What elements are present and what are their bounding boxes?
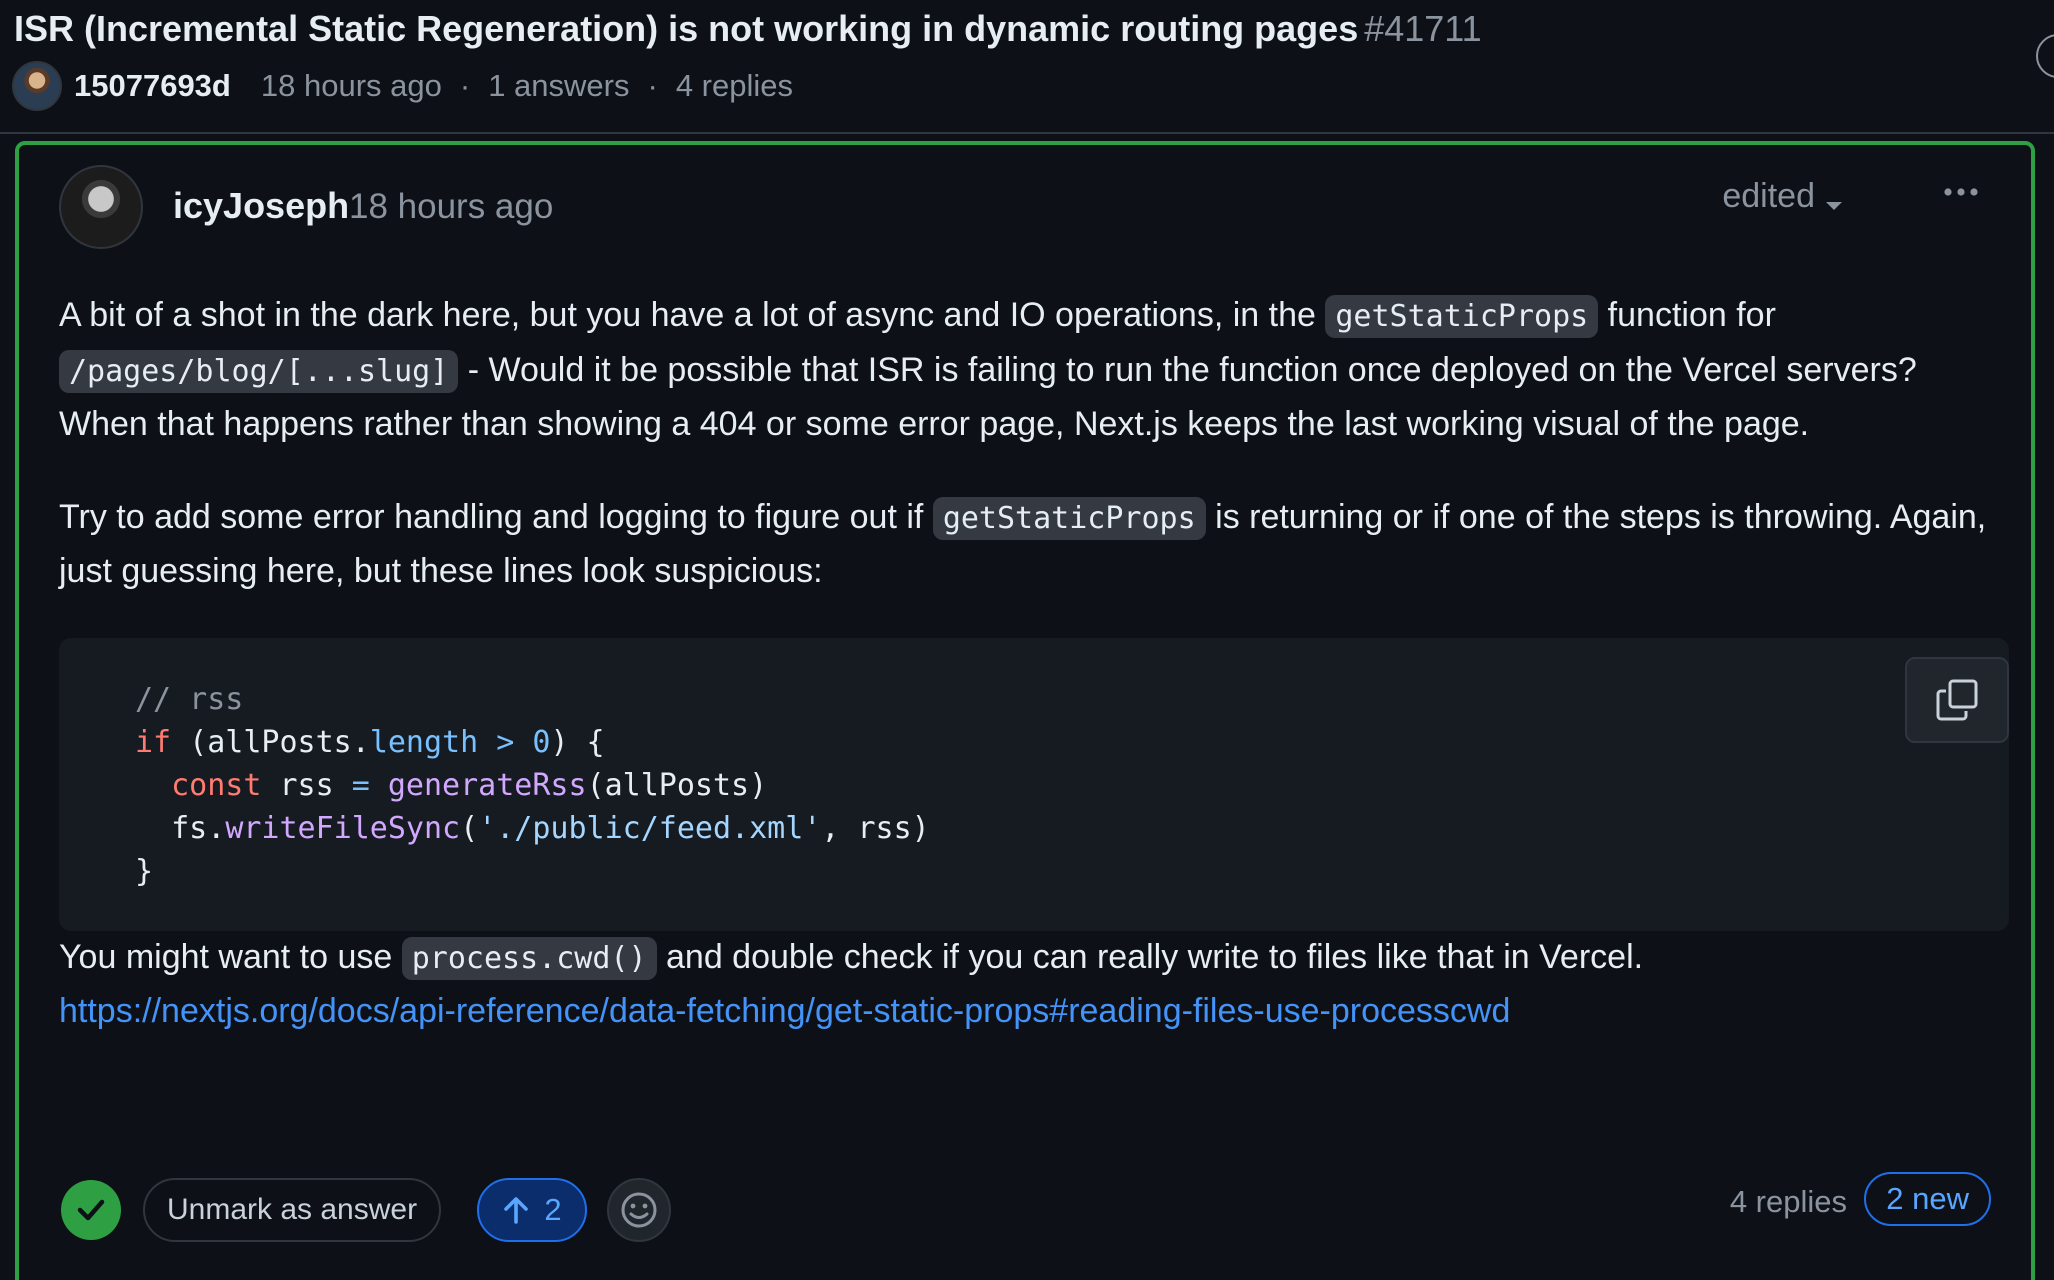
upvote-count: 2 bbox=[544, 1192, 562, 1227]
paragraph-text: A bit of a shot in the dark here, but yo… bbox=[59, 296, 1326, 334]
new-replies-badge[interactable]: 2 new bbox=[1864, 1172, 1991, 1226]
paragraph-text: You might want to use bbox=[59, 937, 402, 976]
answer-paragraph: A bit of a shot in the dark here, but yo… bbox=[59, 289, 2009, 451]
arrow-up-icon bbox=[504, 1197, 529, 1224]
answer-body: A bit of a shot in the dark here, but yo… bbox=[59, 289, 2009, 1038]
inline-code: process.cwd() bbox=[401, 936, 657, 980]
code-line: const rss = generateRss(allPosts) bbox=[135, 764, 2009, 807]
code-comment: // rss bbox=[135, 681, 244, 717]
code-token: generateRss bbox=[387, 767, 587, 803]
code-line: fs.writeFileSync('./public/feed.xml', rs… bbox=[135, 807, 2009, 850]
kebab-menu-button[interactable] bbox=[1931, 167, 1991, 217]
code-token: 0 bbox=[532, 724, 551, 760]
paragraph-text: Try to add some error handling and loggi… bbox=[59, 497, 933, 536]
code-token: writeFileSync bbox=[225, 810, 461, 846]
discussion-title: ISR (Incremental Static Regeneration) is… bbox=[14, 8, 1482, 50]
answer-paragraph: Try to add some error handling and loggi… bbox=[59, 491, 2009, 598]
code-line: // rss bbox=[135, 678, 2009, 721]
code-token: } bbox=[135, 853, 154, 889]
kebab-icon bbox=[1944, 188, 1978, 196]
code-token: (allPosts. bbox=[171, 724, 370, 760]
answers-count: 1 answers bbox=[488, 68, 630, 103]
code-token: (allPosts) bbox=[586, 767, 768, 803]
inline-code: /pages/blog/[...slug] bbox=[59, 349, 459, 393]
copy-icon bbox=[1936, 679, 1978, 720]
partial-avatar bbox=[2036, 34, 2054, 78]
copy-code-button[interactable] bbox=[1905, 656, 2009, 743]
code-token: rss bbox=[261, 767, 352, 803]
answer-card: icyJoseph 18 hours ago edited A bit of a… bbox=[15, 141, 2035, 1280]
meta-separator: · bbox=[647, 68, 658, 103]
answer-time[interactable]: 18 hours ago bbox=[349, 187, 553, 227]
discussion-time[interactable]: 18 hours ago bbox=[261, 68, 442, 104]
answer-author[interactable]: icyJoseph bbox=[173, 185, 349, 227]
code-token: = bbox=[351, 767, 370, 803]
discussion-number[interactable]: #41711 bbox=[1364, 8, 1481, 49]
unmark-as-answer-button[interactable]: Unmark as answer bbox=[143, 1178, 442, 1242]
inline-code: getStaticProps bbox=[1325, 295, 1599, 338]
answer-header: icyJoseph 18 hours ago edited bbox=[59, 165, 1991, 249]
replies-count: 4 replies bbox=[675, 68, 793, 103]
author-avatar[interactable] bbox=[12, 61, 62, 111]
answer-replies-count[interactable]: 4 replies bbox=[1730, 1184, 1847, 1220]
smiley-icon bbox=[621, 1192, 657, 1228]
discussion-page: ISR (Incremental Static Regeneration) is… bbox=[0, 0, 2054, 1280]
code-token: , rss) bbox=[821, 810, 930, 846]
docs-link[interactable]: https://nextjs.org/docs/api-reference/da… bbox=[59, 992, 1510, 1030]
caret-down-icon[interactable] bbox=[1819, 191, 1849, 221]
code-block: // rss if (allPosts.length > 0) { const r… bbox=[59, 637, 2009, 931]
discussion-author[interactable]: 15077693d bbox=[74, 68, 231, 104]
paragraph-text: function for bbox=[1598, 296, 1776, 334]
code-line: } bbox=[135, 850, 2009, 893]
code-token: length bbox=[369, 724, 479, 760]
edited-label[interactable]: edited bbox=[1722, 177, 1815, 216]
code-token: if bbox=[135, 724, 172, 760]
answer-paragraph: You might want to use process.cwd() and … bbox=[59, 931, 2009, 1038]
code-token: const bbox=[171, 767, 262, 803]
answer-check-badge bbox=[61, 1180, 121, 1240]
code-token: './public/feed.xml' bbox=[478, 810, 822, 846]
code-token: ( bbox=[460, 810, 479, 846]
meta-separator: · bbox=[459, 68, 471, 103]
code-token: > bbox=[478, 724, 533, 760]
paragraph-text: and double check if you can really write… bbox=[656, 937, 1644, 976]
answer-author-avatar[interactable] bbox=[59, 165, 143, 249]
discussion-meta: 15077693d 18 hours ago · 1 answers · 4 r… bbox=[12, 60, 793, 112]
code-token: ) { bbox=[550, 724, 605, 760]
add-reaction-button[interactable] bbox=[607, 1178, 671, 1242]
answer-footer: Unmark as answer 2 4 replies 2 new bbox=[59, 1170, 1991, 1242]
inline-code: getStaticProps bbox=[932, 496, 1206, 540]
code-line: if (allPosts.length > 0) { bbox=[135, 721, 2009, 764]
discussion-title-text: ISR (Incremental Static Regeneration) is… bbox=[14, 8, 1359, 49]
check-icon bbox=[77, 1199, 105, 1221]
code-token: fs. bbox=[171, 810, 226, 846]
upvote-button[interactable]: 2 bbox=[477, 1178, 587, 1242]
discussion-header: ISR (Incremental Static Regeneration) is… bbox=[0, 0, 2054, 134]
